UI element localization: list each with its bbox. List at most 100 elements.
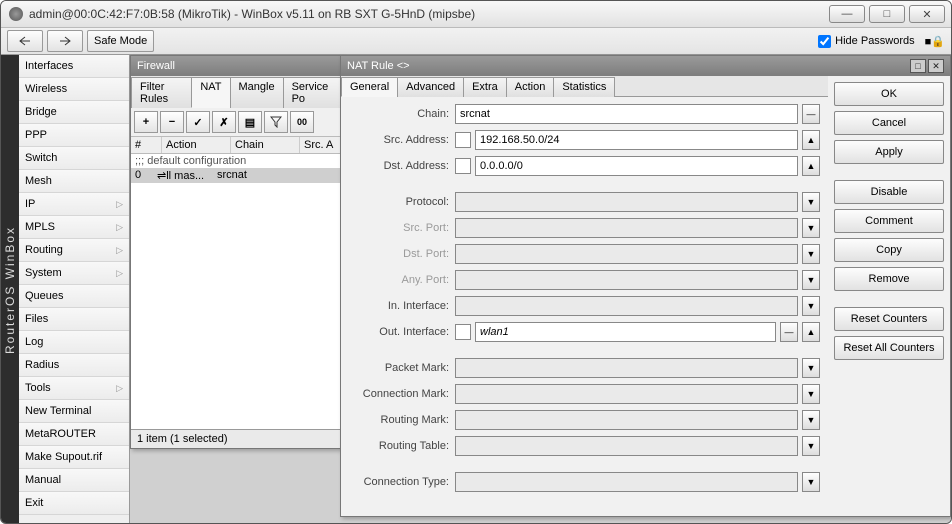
src-address-collapse-icon[interactable]: ▲	[802, 130, 820, 150]
tab-general[interactable]: General	[341, 77, 398, 97]
tab-mangle[interactable]: Mangle	[230, 77, 284, 108]
out-interface-invert[interactable]	[455, 324, 471, 340]
disable-button[interactable]: Disable	[834, 180, 944, 204]
tab-service-po[interactable]: Service Po	[283, 77, 342, 108]
sidebar-item-metarouter[interactable]: MetaROUTER	[19, 423, 129, 446]
out-interface-collapse-icon[interactable]: ▲	[802, 322, 820, 342]
apply-button[interactable]: Apply	[834, 140, 944, 164]
comment-button[interactable]: ▤	[238, 111, 262, 133]
cancel-button[interactable]: Cancel	[834, 111, 944, 135]
sidebar-item-label: Radius	[25, 359, 59, 371]
sidebar-item-tools[interactable]: Tools▷	[19, 377, 129, 400]
protocol-input[interactable]	[455, 192, 798, 212]
reset-all-counters-button[interactable]: Reset All Counters	[834, 336, 944, 360]
remove-button[interactable]: −	[160, 111, 184, 133]
firewall-toolbar: + − ✓ ✗ ▤ 00	[131, 108, 341, 137]
protocol-expand-icon[interactable]: ▼	[802, 192, 820, 212]
table-row[interactable]: 0 ⇌ll mas... srcnat	[131, 168, 341, 183]
comment-action-button[interactable]: Comment	[834, 209, 944, 233]
chain-input[interactable]	[455, 104, 798, 124]
nat-maximize-button[interactable]: □	[910, 59, 926, 73]
tab-statistics[interactable]: Statistics	[553, 77, 615, 97]
sidebar-item-make-supout-rif[interactable]: Make Supout.rif	[19, 446, 129, 469]
sidebar-item-wireless[interactable]: Wireless	[19, 78, 129, 101]
sidebar-item-queues[interactable]: Queues	[19, 285, 129, 308]
packet-mark-input[interactable]	[455, 358, 798, 378]
reset-counters-button[interactable]: Reset Counters	[834, 307, 944, 331]
table-comment-row[interactable]: ;;; default configuration	[131, 154, 341, 168]
sidebar-item-new-terminal[interactable]: New Terminal	[19, 400, 129, 423]
sidebar-item-mesh[interactable]: Mesh	[19, 170, 129, 193]
chevron-right-icon: ▷	[116, 245, 123, 256]
hide-passwords-checkbox[interactable]: Hide Passwords	[818, 35, 914, 48]
sidebar-item-log[interactable]: Log	[19, 331, 129, 354]
tab-filter-rules[interactable]: Filter Rules	[131, 77, 192, 108]
firewall-status-text: 1 item (1 selected)	[137, 433, 227, 445]
col-action[interactable]: Action	[162, 137, 231, 153]
toolbar: Safe Mode Hide Passwords ■🔒	[1, 28, 951, 55]
maximize-button[interactable]: □	[869, 5, 905, 23]
sidebar-item-bridge[interactable]: Bridge	[19, 101, 129, 124]
out-interface-dropdown-icon[interactable]: ―	[780, 322, 798, 342]
redo-button[interactable]	[47, 30, 83, 52]
sidebar-item-manual[interactable]: Manual	[19, 469, 129, 492]
connection-mark-input[interactable]	[455, 384, 798, 404]
tab-advanced[interactable]: Advanced	[397, 77, 464, 97]
counters-button[interactable]: 00	[290, 111, 314, 133]
sidebar-item-label: New Terminal	[25, 405, 91, 417]
col-num[interactable]: #	[131, 137, 162, 153]
tab-extra[interactable]: Extra	[463, 77, 507, 97]
packet-mark-expand-icon[interactable]: ▼	[802, 358, 820, 378]
out-interface-input[interactable]	[475, 322, 776, 342]
filter-button[interactable]	[264, 111, 288, 133]
close-button[interactable]: ✕	[909, 5, 945, 23]
connection-type-expand-icon[interactable]: ▼	[802, 472, 820, 492]
src-address-invert[interactable]	[455, 132, 471, 148]
add-button[interactable]: +	[134, 111, 158, 133]
tab-nat[interactable]: NAT	[191, 77, 230, 108]
disable-button[interactable]: ✗	[212, 111, 236, 133]
in-interface-input[interactable]	[455, 296, 798, 316]
in-interface-expand-icon[interactable]: ▼	[802, 296, 820, 316]
sidebar-item-interfaces[interactable]: Interfaces	[19, 55, 129, 78]
any-port-label: Any. Port:	[341, 274, 451, 286]
undo-button[interactable]	[7, 30, 43, 52]
sidebar-item-mpls[interactable]: MPLS▷	[19, 216, 129, 239]
src-address-label: Src. Address:	[341, 134, 451, 146]
dst-port-expand-icon[interactable]: ▼	[802, 244, 820, 264]
any-port-expand-icon[interactable]: ▼	[802, 270, 820, 290]
sidebar-item-system[interactable]: System▷	[19, 262, 129, 285]
sidebar-item-routing[interactable]: Routing▷	[19, 239, 129, 262]
src-address-input[interactable]	[475, 130, 798, 150]
col-srca[interactable]: Src. A	[300, 137, 341, 153]
sidebar-item-exit[interactable]: Exit	[19, 492, 129, 515]
dst-address-invert[interactable]	[455, 158, 471, 174]
nat-close-button[interactable]: ✕	[928, 59, 944, 73]
remove-rule-button[interactable]: Remove	[834, 267, 944, 291]
safe-mode-button[interactable]: Safe Mode	[87, 30, 154, 52]
dst-address-input[interactable]	[475, 156, 798, 176]
col-chain[interactable]: Chain	[231, 137, 300, 153]
src-port-expand-icon[interactable]: ▼	[802, 218, 820, 238]
minimize-button[interactable]: —	[829, 5, 865, 23]
tab-action[interactable]: Action	[506, 77, 555, 97]
sidebar-item-files[interactable]: Files	[19, 308, 129, 331]
sidebar-item-label: Make Supout.rif	[25, 451, 102, 463]
dst-address-collapse-icon[interactable]: ▲	[802, 156, 820, 176]
sidebar-item-label: MetaROUTER	[25, 428, 96, 440]
connection-type-input[interactable]	[455, 472, 798, 492]
routing-mark-input[interactable]	[455, 410, 798, 430]
copy-button[interactable]: Copy	[834, 238, 944, 262]
sidebar-item-ip[interactable]: IP▷	[19, 193, 129, 216]
routing-table-expand-icon[interactable]: ▼	[802, 436, 820, 456]
sidebar-item-radius[interactable]: Radius	[19, 354, 129, 377]
enable-button[interactable]: ✓	[186, 111, 210, 133]
sidebar-item-switch[interactable]: Switch	[19, 147, 129, 170]
chain-dropdown-icon[interactable]: ―	[802, 104, 820, 124]
routing-mark-expand-icon[interactable]: ▼	[802, 410, 820, 430]
routing-table-input[interactable]	[455, 436, 798, 456]
connection-mark-expand-icon[interactable]: ▼	[802, 384, 820, 404]
hide-passwords-input[interactable]	[818, 35, 831, 48]
ok-button[interactable]: OK	[834, 82, 944, 106]
sidebar-item-ppp[interactable]: PPP	[19, 124, 129, 147]
